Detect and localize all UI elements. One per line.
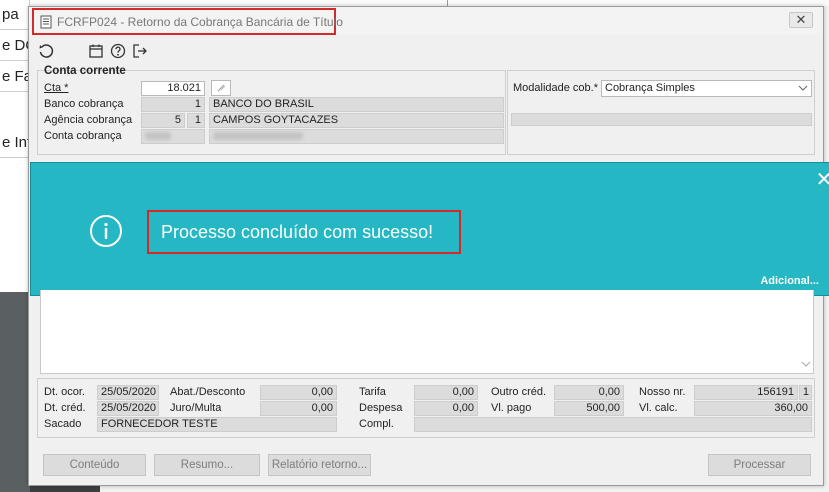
title-highlight: FCRFP024 - Retorno da Cobrança Bancária … (32, 8, 343, 35)
agencia-label: Agência cobrança (44, 114, 133, 126)
title-bar[interactable]: FCRFP024 - Retorno da Cobrança Bancária … (29, 7, 823, 35)
success-notification: ✕ Processo concluído com sucesso! Adicio… (30, 162, 829, 296)
tarifa-field: 0,00 (414, 385, 478, 400)
modalidade-extra-field (511, 113, 812, 126)
results-list[interactable] (40, 290, 814, 374)
background-bottom-strip (30, 486, 100, 492)
dt-ocor-field: 25/05/2020 (97, 385, 159, 400)
modalidade-select[interactable]: Cobrança Simples (601, 80, 812, 97)
vl-pago-field: 500,00 (554, 401, 624, 416)
message-highlight: Processo concluído com sucesso! (147, 210, 461, 254)
nosso-nr-label: Nosso nr. (639, 386, 686, 398)
document-icon (40, 15, 52, 29)
additional-link[interactable]: Adicional... (760, 275, 819, 287)
conta-corrente-title: Conta corrente (44, 65, 126, 77)
success-message: Processo concluído com sucesso! (161, 221, 434, 242)
background-dark-area (0, 292, 30, 492)
exit-icon[interactable] (131, 42, 149, 60)
sacado-field: FORNECEDOR TESTE (97, 417, 337, 432)
tarifa-label: Tarifa (359, 386, 386, 398)
info-icon (89, 214, 123, 248)
banco-name-field: BANCO DO BRASIL (209, 97, 504, 112)
sacado-label: Sacado (44, 418, 82, 430)
despesa-label: Despesa (359, 402, 403, 414)
conta-name-field (209, 129, 504, 144)
dt-cred-field: 25/05/2020 (97, 401, 159, 416)
despesa-field: 0,00 (414, 401, 478, 416)
close-notification-icon[interactable]: ✕ (815, 170, 829, 190)
search-button[interactable] (211, 80, 231, 96)
nosso-nr-field: 156191 (694, 385, 798, 400)
close-window-button[interactable]: ✕ (789, 12, 813, 28)
toolbar (37, 41, 149, 61)
dt-ocor-label: Dt. ocor. (44, 386, 85, 398)
modalidade-label: Modalidade cob.* (513, 82, 599, 94)
resumo-button[interactable]: Resumo... (154, 454, 260, 476)
cta-input[interactable]: 18.021 (141, 81, 205, 96)
juro-field: 0,00 (260, 401, 337, 416)
conteudo-button[interactable]: Conteúdo (43, 454, 146, 476)
processar-button[interactable]: Processar (708, 454, 811, 476)
agencia-code-field: 5 (141, 113, 185, 128)
help-icon[interactable] (109, 42, 127, 60)
background-fragment: pa (0, 0, 30, 30)
banco-code-field: 1 (141, 97, 205, 112)
vl-calc-label: Vl. calc. (639, 402, 678, 414)
outro-cred-label: Outro créd. (491, 386, 547, 398)
dt-cred-label: Dt. créd. (44, 402, 86, 414)
chevron-down-icon (798, 82, 808, 96)
background-fragment: e Int (0, 128, 30, 158)
vl-pago-label: Vl. pago (491, 402, 532, 414)
outro-cred-field: 0,00 (554, 385, 624, 400)
background-fragment: e Fa (0, 62, 30, 92)
calendar-icon[interactable] (87, 42, 105, 60)
agencia-name-field: CAMPOS GOYTACAZES (209, 113, 504, 128)
compl-field (414, 417, 812, 432)
background-app-panel: pa e DO e Fa e Int (0, 0, 30, 492)
banco-label: Banco cobrança (44, 98, 124, 110)
conta-label: Conta cobrança (44, 130, 122, 142)
nosso-digit-field: 1 (799, 385, 812, 400)
window-title: FCRFP024 - Retorno da Cobrança Bancária … (57, 14, 343, 29)
agencia-digit-field: 1 (187, 113, 205, 128)
search-icon (217, 84, 226, 92)
relatorio-retorno-button[interactable]: Relatório retorno... (268, 454, 371, 476)
juro-label: Juro/Multa (170, 402, 222, 414)
modalidade-value: Cobrança Simples (605, 82, 695, 94)
background-fragment: e DO (0, 31, 30, 61)
retorno-dialog: FCRFP024 - Retorno da Cobrança Bancária … (28, 6, 829, 486)
refresh-icon[interactable] (37, 42, 55, 60)
vl-calc-field: 360,00 (694, 401, 812, 416)
compl-label: Compl. (359, 418, 394, 430)
conta-number-field (141, 129, 205, 144)
scroll-down-icon[interactable] (800, 359, 812, 371)
cta-label: Cta * (44, 82, 69, 94)
abat-field: 0,00 (260, 385, 337, 400)
abat-label: Abat./Desconto (170, 386, 246, 398)
